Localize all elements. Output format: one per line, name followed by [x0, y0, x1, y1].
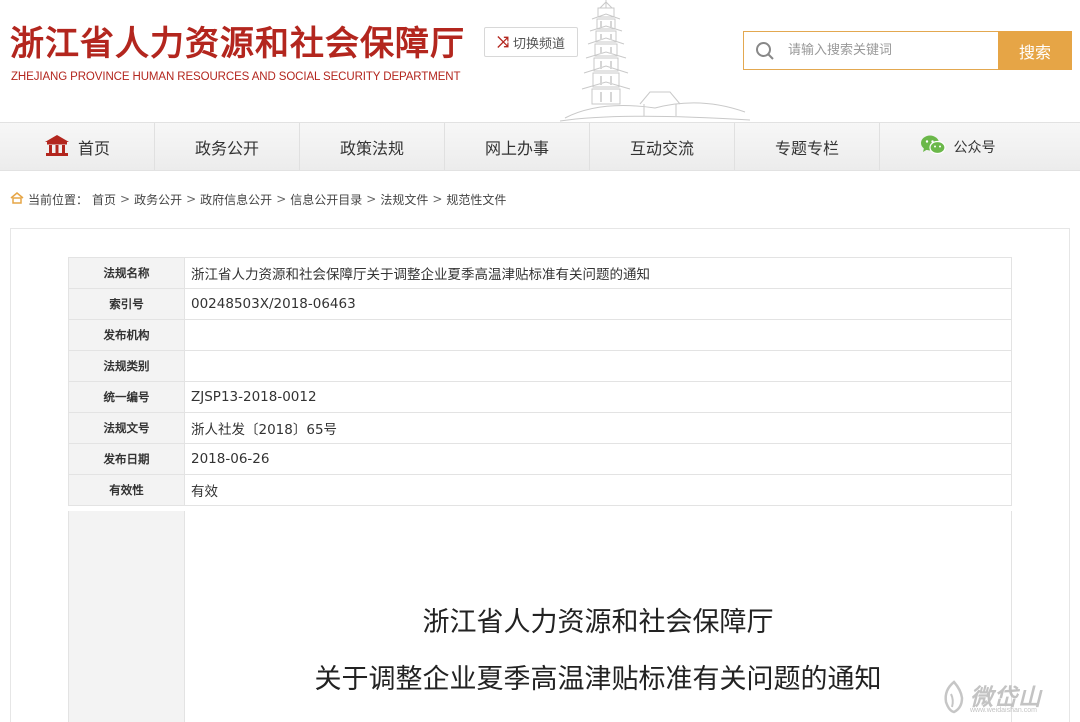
nav-item-interaction[interactable]: 互动交流	[590, 123, 735, 170]
breadcrumb-info-catalog[interactable]: 信息公开目录	[290, 191, 362, 208]
breadcrumb-separator: >	[366, 192, 377, 206]
meta-value: 浙江省人力资源和社会保障厅关于调整企业夏季高温津贴标准有关问题的通知	[184, 257, 1012, 289]
table-row: 发布日期 2018-06-26	[68, 443, 1012, 475]
switch-channel-label: 切换频道	[513, 36, 566, 52]
meta-key: 有效性	[68, 474, 185, 506]
meta-key: 发布日期	[68, 443, 185, 475]
document-body-label-cell	[68, 511, 185, 722]
site-header: 浙江省人力资源和社会保障厅 ZHEJIANG PROVINCE HUMAN RE…	[0, 0, 1080, 122]
search-box	[743, 31, 999, 70]
breadcrumb-separator: >	[186, 192, 197, 206]
meta-key: 法规文号	[68, 412, 185, 444]
breadcrumb-separator: >	[120, 192, 131, 206]
breadcrumb-gov-affairs[interactable]: 政务公开	[134, 191, 182, 208]
nav-item-special-topics[interactable]: 专题专栏	[735, 123, 880, 170]
document-meta-table: 法规名称 浙江省人力资源和社会保障厅关于调整企业夏季高温津贴标准有关问题的通知 …	[68, 257, 1012, 506]
nav-item-wechat[interactable]: 公众号	[880, 123, 1035, 170]
table-row: 索引号 00248503X/2018-06463	[68, 288, 1012, 320]
table-row: 有效性 有效	[68, 474, 1012, 506]
meta-value: ZJSP13-2018-0012	[184, 381, 1012, 413]
wechat-icon	[920, 134, 946, 160]
table-row: 法规文号 浙人社发〔2018〕65号	[68, 412, 1012, 444]
meta-value: 2018-06-26	[184, 443, 1012, 475]
watermark-logo-icon	[940, 680, 968, 718]
shuffle-icon: ⤨	[496, 33, 509, 51]
table-row: 法规名称 浙江省人力资源和社会保障厅关于调整企业夏季高温津贴标准有关问题的通知	[68, 257, 1012, 289]
breadcrumb-normative-docs[interactable]: 规范性文件	[446, 191, 506, 208]
breadcrumb-separator: >	[276, 192, 287, 206]
nav-label-gov-affairs: 政务公开	[194, 138, 259, 158]
meta-value	[184, 319, 1012, 351]
site-logo-subtitle: ZHEJIANG PROVINCE HUMAN RESOURCES AND SO…	[11, 71, 461, 83]
site-logo-title[interactable]: 浙江省人力资源和社会保障厅	[10, 16, 465, 65]
meta-key: 索引号	[68, 288, 185, 320]
breadcrumb-home[interactable]: 首页	[92, 191, 116, 208]
pagoda-illustration	[560, 0, 750, 122]
breadcrumb-gov-info[interactable]: 政府信息公开	[200, 191, 272, 208]
meta-key: 发布机构	[68, 319, 185, 351]
document-title-subject: 关于调整企业夏季高温津贴标准有关问题的通知	[314, 664, 882, 695]
table-row: 发布机构	[68, 319, 1012, 351]
meta-value: 有效	[184, 474, 1012, 506]
meta-key: 法规名称	[68, 257, 185, 289]
nav-item-gov-affairs[interactable]: 政务公开	[155, 123, 300, 170]
watermark-url: www.weidaishan.com	[970, 707, 1037, 714]
breadcrumb-separator: >	[432, 192, 443, 206]
location-home-icon	[10, 191, 24, 207]
search-button[interactable]: 搜索	[998, 31, 1072, 70]
nav-item-policies[interactable]: 政策法规	[300, 123, 445, 170]
watermark: 微岱山 www.weidaishan.com	[940, 678, 1065, 718]
meta-value	[184, 350, 1012, 382]
breadcrumb-prefix: 当前位置：	[28, 192, 89, 207]
nav-label-wechat: 公众号	[953, 139, 996, 156]
table-row: 统一编号 ZJSP13-2018-0012	[68, 381, 1012, 413]
nav-label-special-topics: 专题专栏	[774, 138, 839, 158]
nav-item-home[interactable]: 首页	[0, 123, 155, 170]
breadcrumb: 当前位置： 首页 > 政务公开 > 政府信息公开 > 信息公开目录 > 法规文件…	[10, 190, 506, 208]
search-input[interactable]	[786, 42, 990, 59]
document-title-issuer: 浙江省人力资源和社会保障厅	[422, 607, 774, 638]
meta-key: 法规类别	[68, 350, 185, 382]
meta-key: 统一编号	[68, 381, 185, 413]
search-icon[interactable]	[744, 32, 786, 69]
nav-label-interaction: 互动交流	[629, 138, 694, 158]
nav-label-online-services: 网上办事	[484, 138, 549, 158]
nav-item-online-services[interactable]: 网上办事	[445, 123, 590, 170]
nav-label-home: 首页	[77, 138, 110, 158]
meta-value: 00248503X/2018-06463	[184, 288, 1012, 320]
nav-label-policies: 政策法规	[339, 138, 404, 158]
meta-value: 浙人社发〔2018〕65号	[184, 412, 1012, 444]
home-icon	[44, 134, 70, 160]
main-nav: 首页 政务公开 政策法规 网上办事 互动交流 专题专栏 公众号	[0, 122, 1080, 171]
table-row: 法规类别	[68, 350, 1012, 382]
breadcrumb-regulations[interactable]: 法规文件	[380, 191, 428, 208]
